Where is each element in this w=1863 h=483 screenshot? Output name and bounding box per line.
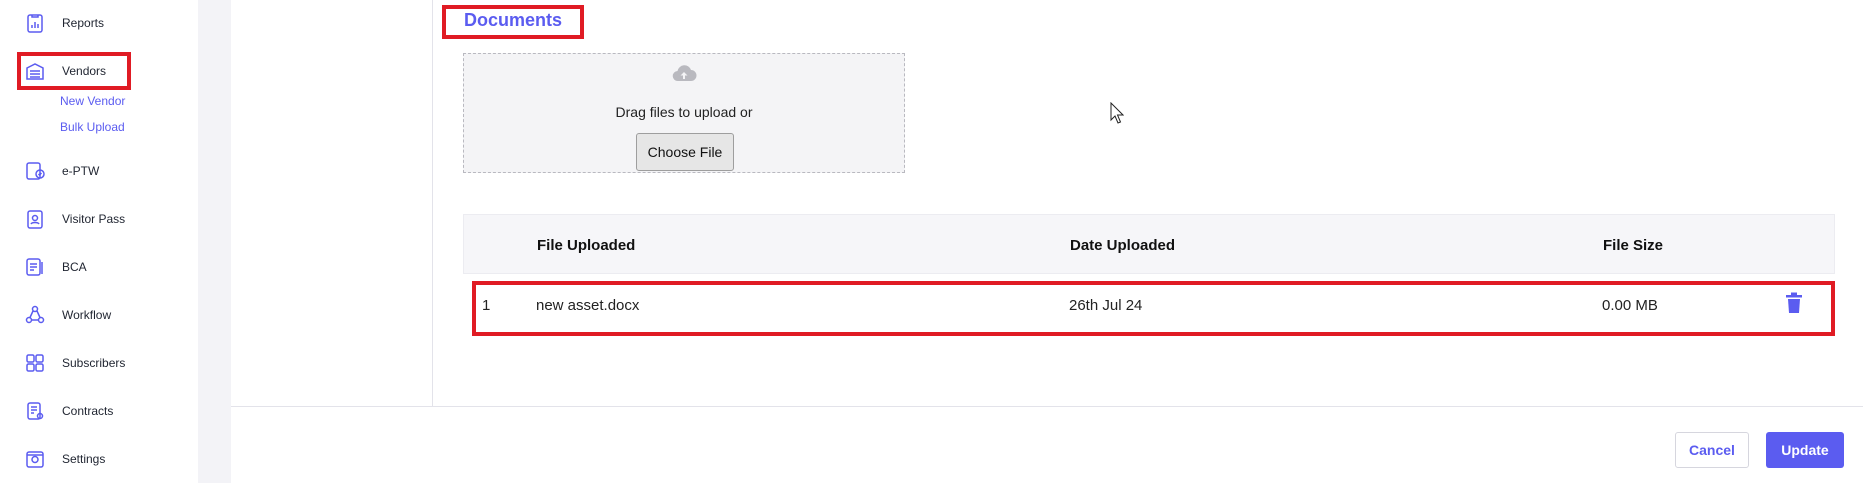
file-size: 0.00 MB [1602,297,1658,314]
reports-icon [24,12,46,34]
dropzone-text: Drag files to upload or [615,104,753,120]
eptw-icon [24,160,46,182]
sidebar-item-settings[interactable]: Settings [24,444,105,474]
sidebar-item-visitor-pass[interactable]: Visitor Pass [24,204,125,234]
sidebar-item-eptw[interactable]: e-PTW [24,156,99,186]
content-left-panel [231,0,433,407]
sidebar-item-workflow[interactable]: Workflow [24,300,111,330]
date-uploaded: 26th Jul 24 [1069,297,1143,314]
cloud-upload-icon [671,64,697,84]
sidebar-item-label: e-PTW [62,164,100,178]
sidebar-item-label: Workflow [62,308,112,322]
sidebar-subitem-new-vendor[interactable]: New Vendor [60,94,125,108]
visitor-pass-icon [24,208,46,230]
workflow-icon [24,304,46,326]
sidebar-item-label: Subscribers [62,356,126,370]
column-header-file-uploaded: File Uploaded [537,237,636,254]
column-header-date-uploaded: Date Uploaded [1070,237,1176,254]
settings-icon [24,448,46,470]
subscribers-icon [24,352,46,374]
file-name: new asset.docx [536,297,640,314]
sidebar-item-label: Vendors [62,64,107,78]
cancel-button[interactable]: Cancel [1675,432,1749,468]
sidebar-gutter [198,0,231,483]
sidebar-item-label: Visitor Pass [62,212,126,226]
sidebar-item-contracts[interactable]: Contracts [24,396,113,426]
sidebar-item-vendors[interactable]: Vendors [24,56,106,86]
table-header: File Uploaded Date Uploaded File Size [463,214,1835,274]
sidebar-item-reports[interactable]: Reports [24,8,104,38]
column-header-file-size: File Size [1603,237,1664,254]
sidebar-item-label: Contracts [62,404,114,418]
sidebar-item-label: Settings [62,452,106,466]
update-button[interactable]: Update [1766,432,1844,468]
contracts-icon [24,400,46,422]
choose-file-button[interactable]: Choose File [636,133,734,171]
table-row: 1 new asset.docx 26th Jul 24 0.00 MB [463,281,1835,330]
file-dropzone[interactable]: Drag files to upload or Choose File [463,53,905,173]
sidebar-item-subscribers[interactable]: Subscribers [24,348,125,378]
trash-icon[interactable] [1785,292,1803,314]
bca-icon [24,256,46,278]
documents-title: Documents [464,10,563,30]
sidebar-item-bca[interactable]: BCA [24,252,87,282]
mouse-cursor-icon [1110,101,1125,124]
sidebar-subitem-bulk-upload[interactable]: Bulk Upload [60,120,125,134]
sidebar-item-label: BCA [62,260,87,274]
row-index: 1 [482,297,491,314]
sidebar-item-label: Reports [62,16,105,30]
footer-divider [231,406,1863,407]
vendors-icon [24,60,46,82]
sidebar: Reports Vendors New Vendor Bulk Upload e… [0,0,198,483]
